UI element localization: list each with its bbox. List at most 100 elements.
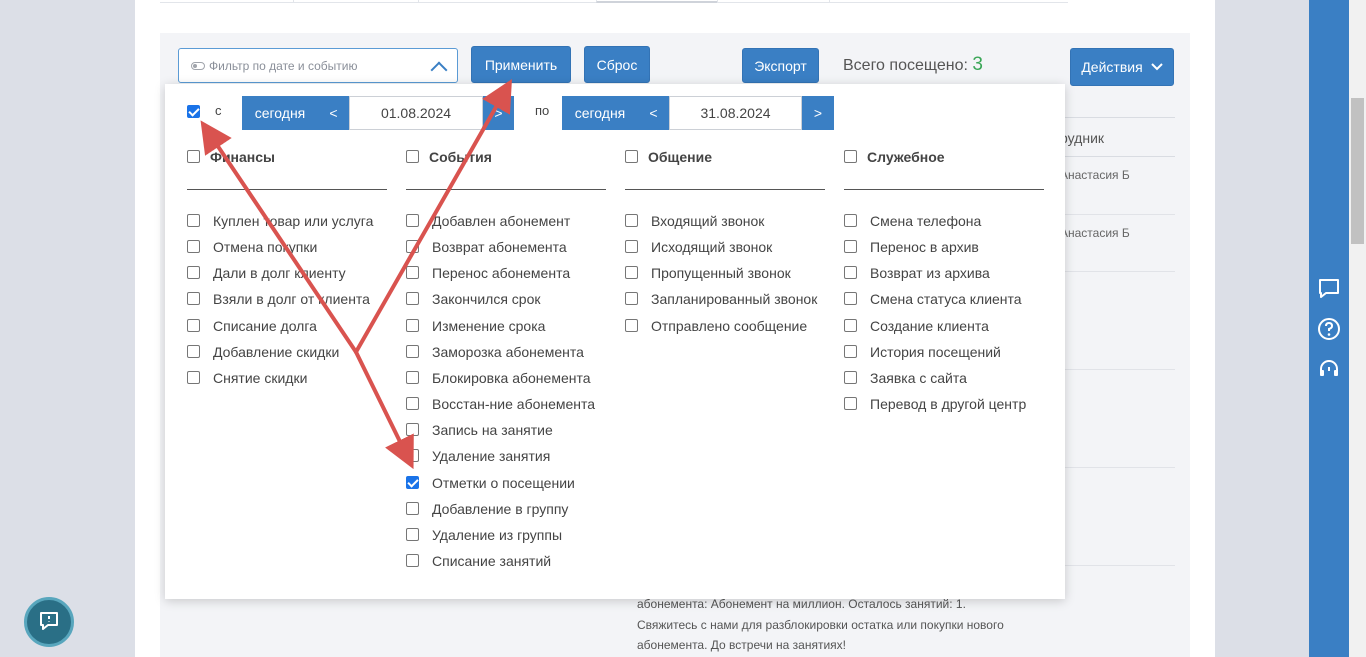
event-checkbox[interactable] bbox=[844, 371, 857, 384]
from-today-button[interactable]: сегодня bbox=[242, 96, 318, 130]
event-label[interactable]: Пропущенный звонок bbox=[651, 265, 791, 281]
from-date-input[interactable]: 01.08.2024 bbox=[349, 96, 483, 130]
event-label[interactable]: Снятие скидки bbox=[213, 370, 307, 386]
event-checkbox[interactable] bbox=[406, 423, 419, 436]
event-checkbox[interactable] bbox=[406, 397, 419, 410]
event-label[interactable]: Перенос абонемента bbox=[432, 265, 570, 281]
event-checkbox[interactable] bbox=[625, 214, 638, 227]
event-checkbox[interactable] bbox=[406, 319, 419, 332]
event-checkbox[interactable] bbox=[844, 214, 857, 227]
event-checkbox[interactable] bbox=[187, 319, 200, 332]
event-label[interactable]: Отмена покупки bbox=[213, 239, 317, 255]
event-label[interactable]: Списание долга bbox=[213, 318, 317, 334]
event-label[interactable]: Возврат абонемента bbox=[432, 239, 567, 255]
event-checkbox[interactable] bbox=[406, 528, 419, 541]
from-next-button[interactable]: > bbox=[483, 96, 514, 130]
event-checkbox[interactable] bbox=[406, 240, 419, 253]
support-headset-icon[interactable] bbox=[1316, 356, 1342, 382]
event-label[interactable]: Взяли в долг от клиента bbox=[213, 291, 370, 307]
event-label[interactable]: История посещений bbox=[870, 344, 1001, 360]
event-checkbox[interactable] bbox=[844, 292, 857, 305]
event-label[interactable]: Запланированный звонок bbox=[651, 291, 817, 307]
event-label[interactable]: Добавлен абонемент bbox=[432, 213, 570, 229]
event-checkbox[interactable] bbox=[187, 240, 200, 253]
event-label[interactable]: Добавление в группу bbox=[432, 501, 568, 517]
event-label[interactable]: Дали в долг клиенту bbox=[213, 265, 346, 281]
event-checkbox[interactable] bbox=[844, 240, 857, 253]
event-label[interactable]: Отправлено сообщение bbox=[651, 318, 807, 334]
event-label[interactable]: Заявка с сайта bbox=[870, 370, 967, 386]
event-checkbox[interactable] bbox=[187, 371, 200, 384]
event-checkbox[interactable] bbox=[187, 214, 200, 227]
chat-icon[interactable] bbox=[1316, 276, 1342, 302]
actions-button[interactable]: Действия bbox=[1070, 48, 1174, 86]
to-next-button[interactable]: > bbox=[802, 96, 834, 130]
chat-widget-button[interactable] bbox=[24, 597, 74, 647]
event-label[interactable]: Создание клиента bbox=[870, 318, 989, 334]
event-label[interactable]: Изменение срока bbox=[432, 318, 545, 334]
apply-button[interactable]: Применить bbox=[471, 46, 571, 83]
category-checkbox[interactable] bbox=[187, 150, 200, 163]
event-label[interactable]: Возврат из архива bbox=[870, 265, 990, 281]
category-divider bbox=[844, 189, 1044, 190]
scrollbar-thumb[interactable] bbox=[1351, 98, 1364, 244]
event-checkbox[interactable] bbox=[406, 214, 419, 227]
event-label[interactable]: Заморозка абонемента bbox=[432, 344, 584, 360]
event-label[interactable]: Отметки о посещении bbox=[432, 475, 575, 491]
event-checkbox[interactable] bbox=[625, 266, 638, 279]
event-label[interactable]: Удаление занятия bbox=[432, 448, 550, 464]
from-prev-button[interactable]: < bbox=[318, 96, 349, 130]
event-checkbox[interactable] bbox=[406, 554, 419, 567]
event-checkbox[interactable] bbox=[844, 397, 857, 410]
event-checkbox[interactable] bbox=[844, 319, 857, 332]
event-checkbox[interactable] bbox=[187, 292, 200, 305]
filter-dropdown-toggle[interactable]: Фильтр по дате и событию bbox=[178, 48, 458, 83]
event-label[interactable]: Куплен товар или услуга bbox=[213, 213, 373, 229]
event-label[interactable]: Добавление скидки bbox=[213, 344, 339, 360]
event-label[interactable]: Смена статуса клиента bbox=[870, 291, 1022, 307]
event-label[interactable]: Исходящий звонок bbox=[651, 239, 772, 255]
event-checkbox[interactable] bbox=[406, 266, 419, 279]
event-checkbox[interactable] bbox=[625, 319, 638, 332]
tab[interactable] bbox=[829, 0, 929, 3]
event-checkbox[interactable] bbox=[406, 449, 419, 462]
event-checkbox[interactable] bbox=[187, 266, 200, 279]
message-text: абонемента: Абонемент на миллион. Остало… bbox=[637, 594, 1037, 656]
event-label[interactable]: Блокировка абонемента bbox=[432, 370, 591, 386]
filter-placeholder: Фильтр по дате и событию bbox=[209, 58, 358, 73]
event-label[interactable]: Смена телефона bbox=[870, 213, 981, 229]
event-label[interactable]: Списание занятий bbox=[432, 553, 551, 569]
export-button[interactable]: Экспорт bbox=[742, 48, 819, 83]
event-checkbox[interactable] bbox=[406, 476, 419, 489]
event-label[interactable]: Восстан-ние абонемента bbox=[432, 396, 595, 412]
tab[interactable] bbox=[717, 0, 829, 3]
category-checkbox[interactable] bbox=[406, 150, 419, 163]
event-checkbox[interactable] bbox=[844, 266, 857, 279]
event-label[interactable]: Запись на занятие bbox=[432, 422, 553, 438]
event-checkbox[interactable] bbox=[406, 371, 419, 384]
event-checkbox[interactable] bbox=[625, 240, 638, 253]
event-label[interactable]: Перевод в другой центр bbox=[870, 396, 1026, 412]
to-date-input[interactable]: 31.08.2024 bbox=[669, 96, 802, 130]
event-label[interactable]: Удаление из группы bbox=[432, 527, 562, 543]
date-from-checkbox[interactable] bbox=[187, 105, 200, 118]
event-checkbox[interactable] bbox=[844, 345, 857, 358]
to-today-button[interactable]: сегодня bbox=[562, 96, 638, 130]
event-checkbox[interactable] bbox=[187, 345, 200, 358]
event-checkbox[interactable] bbox=[625, 292, 638, 305]
event-label[interactable]: Перенос в архив bbox=[870, 239, 979, 255]
event-label[interactable]: Входящий звонок bbox=[651, 213, 764, 229]
tab[interactable] bbox=[596, 0, 717, 3]
help-icon[interactable] bbox=[1316, 316, 1342, 342]
to-prev-button[interactable]: < bbox=[638, 96, 669, 130]
event-checkbox[interactable] bbox=[406, 345, 419, 358]
category-checkbox[interactable] bbox=[844, 150, 857, 163]
tab[interactable] bbox=[293, 0, 418, 3]
event-label[interactable]: Закончился срок bbox=[432, 291, 541, 307]
event-checkbox[interactable] bbox=[406, 292, 419, 305]
page-scrollbar[interactable] bbox=[1349, 0, 1366, 657]
tab[interactable] bbox=[418, 0, 596, 3]
category-checkbox[interactable] bbox=[625, 150, 638, 163]
event-checkbox[interactable] bbox=[406, 502, 419, 515]
reset-button[interactable]: Сброс bbox=[584, 46, 650, 83]
